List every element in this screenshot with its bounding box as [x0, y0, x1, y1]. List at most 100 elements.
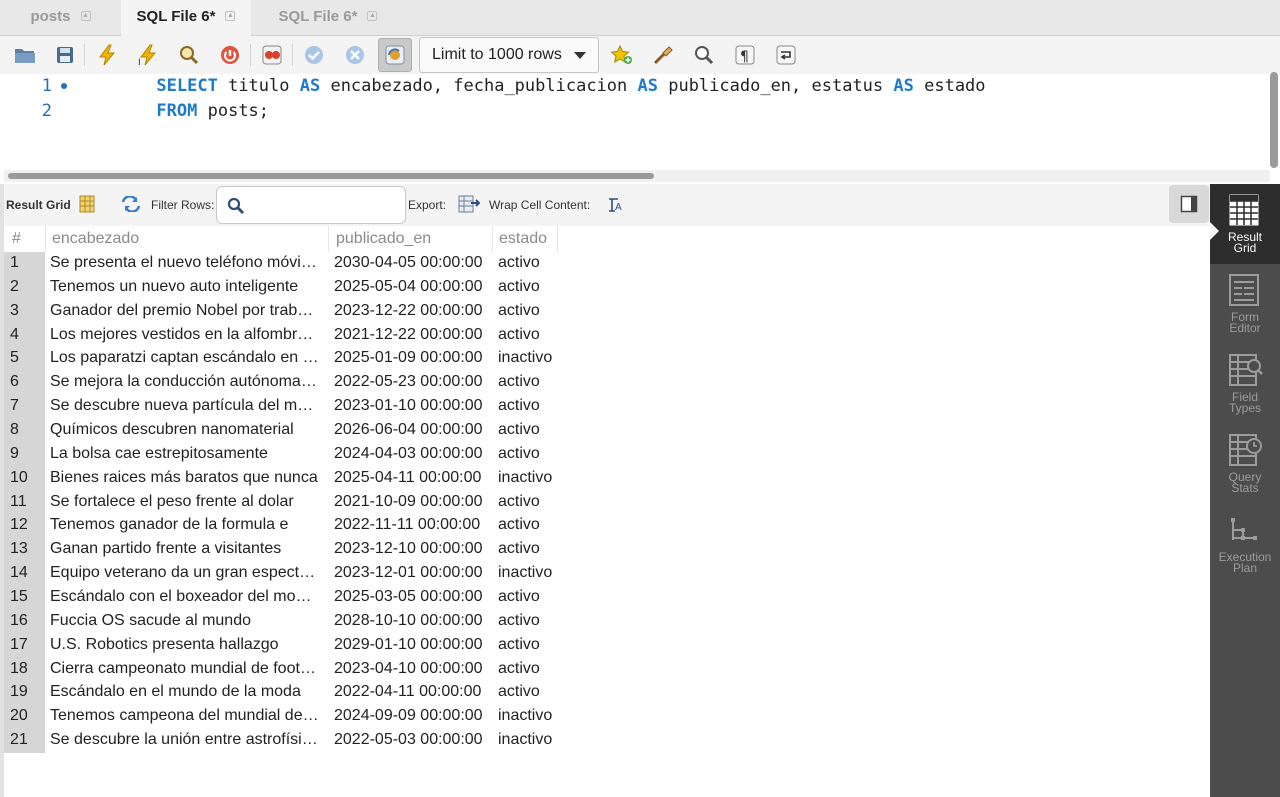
- cell-encabezado[interactable]: Escándalo en el mundo de la moda: [50, 683, 326, 701]
- side-tab-result-grid[interactable]: Result Grid: [1210, 184, 1280, 264]
- cell-estado[interactable]: activo: [498, 588, 568, 606]
- side-tab-form-editor[interactable]: Form Editor: [1210, 264, 1280, 344]
- cell-estado[interactable]: activo: [498, 540, 568, 558]
- side-tab-execution-plan[interactable]: Execution Plan: [1210, 504, 1280, 584]
- cell-encabezado[interactable]: La bolsa cae estrepitosamente: [50, 445, 326, 463]
- tab-sql-file-6-active[interactable]: SQL File 6* ▲: [121, 0, 251, 36]
- close-icon[interactable]: ▲: [225, 11, 236, 21]
- cell-encabezado[interactable]: Los paparatzi captan escándalo en …: [50, 349, 326, 367]
- cell-row-number: 2: [10, 277, 19, 295]
- cell-publicado-en[interactable]: 2022-05-03 00:00:00: [334, 731, 494, 749]
- cell-estado[interactable]: activo: [498, 421, 568, 439]
- cell-publicado-en[interactable]: 2022-11-11 00:00:00: [334, 516, 494, 534]
- execution-plan-icon: [1231, 518, 1257, 540]
- grid-layout-icon[interactable]: [79, 195, 95, 216]
- cell-encabezado[interactable]: Bienes raices más baratos que nunca: [50, 469, 326, 487]
- cell-estado[interactable]: inactivo: [498, 349, 568, 367]
- tab-sql-file-6[interactable]: SQL File 6* ▲: [263, 0, 393, 36]
- cell-encabezado[interactable]: Se presenta el nuevo teléfono móvi…: [50, 254, 326, 272]
- cell-encabezado[interactable]: Cierra campeonato mundial de foot…: [50, 660, 326, 678]
- cell-estado[interactable]: activo: [498, 302, 568, 320]
- cell-publicado-en[interactable]: 2023-01-10 00:00:00: [334, 397, 494, 415]
- cell-encabezado[interactable]: Se mejora la conducción autónoma…: [50, 373, 326, 391]
- cell-encabezado[interactable]: U.S. Robotics presenta hallazgo: [50, 636, 326, 654]
- editor-vertical-scrollbar[interactable]: [1270, 72, 1278, 168]
- cell-publicado-en[interactable]: 2024-09-09 00:00:00: [334, 707, 494, 725]
- refresh-icon[interactable]: [121, 195, 141, 215]
- cell-encabezado[interactable]: Se fortalece el peso frente al dolar: [50, 493, 326, 511]
- cell-estado[interactable]: activo: [498, 445, 568, 463]
- cell-encabezado[interactable]: Ganador del premio Nobel por trab…: [50, 302, 326, 320]
- cell-publicado-en[interactable]: 2023-04-10 00:00:00: [334, 660, 494, 678]
- editor-horizontal-scrollbar[interactable]: [8, 173, 654, 179]
- cell-encabezado[interactable]: Fuccia OS sacude al mundo: [50, 612, 326, 630]
- filter-rows-input[interactable]: [216, 186, 406, 224]
- close-icon[interactable]: ▲: [367, 11, 378, 21]
- open-folder-icon[interactable]: [12, 42, 38, 68]
- cell-row-number: 13: [10, 540, 28, 558]
- tab-posts[interactable]: posts ▲: [0, 0, 121, 36]
- sql-editor[interactable]: 1 SELECT titulo AS encabezado, fecha_pub…: [0, 74, 1280, 184]
- cell-publicado-en[interactable]: 2022-05-23 00:00:00: [334, 373, 494, 391]
- wrap-cell-content-label: Wrap Cell Content:: [489, 198, 591, 212]
- cell-publicado-en[interactable]: 2026-06-04 00:00:00: [334, 421, 494, 439]
- cell-estado[interactable]: activo: [498, 660, 568, 678]
- cell-estado[interactable]: activo: [498, 683, 568, 701]
- export-icon[interactable]: [458, 194, 481, 217]
- side-tab-field-types[interactable]: Field Types: [1210, 344, 1280, 424]
- cell-estado[interactable]: activo: [498, 636, 568, 654]
- cell-row-number: 19: [10, 683, 28, 701]
- cell-estado[interactable]: activo: [498, 516, 568, 534]
- cell-estado[interactable]: activo: [498, 278, 568, 296]
- cell-encabezado[interactable]: Ganan partido frente a visitantes: [50, 540, 326, 558]
- cell-estado[interactable]: activo: [498, 493, 568, 511]
- cell-encabezado[interactable]: Equipo veterano da un gran espect…: [50, 564, 326, 582]
- column-header-rownum[interactable]: #: [12, 226, 46, 252]
- cell-publicado-en[interactable]: 2025-03-05 00:00:00: [334, 588, 494, 606]
- cell-estado[interactable]: activo: [498, 397, 568, 415]
- cell-encabezado[interactable]: Químicos descubren nanomaterial: [50, 421, 326, 439]
- cell-encabezado[interactable]: Tenemos ganador de la formula e: [50, 516, 326, 534]
- cell-encabezado[interactable]: Se descubre la unión entre astrofísi…: [50, 731, 326, 749]
- cell-publicado-en[interactable]: 2028-10-10 00:00:00: [334, 612, 494, 630]
- cell-encabezado[interactable]: Tenemos campeona del mundial de…: [50, 707, 326, 725]
- wrap-cell-content-icon[interactable]: A: [607, 197, 623, 216]
- close-icon[interactable]: ▲: [80, 11, 91, 21]
- cell-publicado-en[interactable]: 2029-01-10 00:00:00: [334, 636, 494, 654]
- cell-estado[interactable]: activo: [498, 373, 568, 391]
- cell-publicado-en[interactable]: 2023-12-22 00:00:00: [334, 302, 494, 320]
- column-header-publicado-en[interactable]: publicado_en: [336, 226, 494, 252]
- toggle-side-panel-button[interactable]: [1169, 185, 1209, 223]
- cell-row-number: 15: [10, 588, 28, 606]
- column-header-estado[interactable]: estado: [499, 226, 559, 252]
- cell-publicado-en[interactable]: 2025-01-09 00:00:00: [334, 349, 494, 367]
- cell-publicado-en[interactable]: 2023-12-10 00:00:00: [334, 540, 494, 558]
- cell-publicado-en[interactable]: 2023-12-01 00:00:00: [334, 564, 494, 582]
- cell-publicado-en[interactable]: 2022-04-11 00:00:00: [334, 683, 494, 701]
- cell-estado[interactable]: inactivo: [498, 707, 568, 725]
- cell-publicado-en[interactable]: 2021-10-09 00:00:00: [334, 493, 494, 511]
- cell-estado[interactable]: activo: [498, 326, 568, 344]
- cell-estado[interactable]: activo: [498, 612, 568, 630]
- result-grid[interactable]: # encabezado publicado_en estado 1 Se pre…: [4, 226, 1210, 797]
- cell-publicado-en[interactable]: 2025-04-11 00:00:00: [334, 469, 494, 487]
- save-icon[interactable]: [52, 42, 78, 68]
- cell-estado[interactable]: activo: [498, 254, 568, 272]
- cell-publicado-en[interactable]: 2024-04-03 00:00:00: [334, 445, 494, 463]
- cell-estado[interactable]: inactivo: [498, 731, 568, 749]
- cell-encabezado[interactable]: Escándalo con el boxeador del mo…: [50, 588, 326, 606]
- cell-publicado-en[interactable]: 2021-12-22 00:00:00: [334, 326, 494, 344]
- result-grid-label: Result Grid: [6, 198, 71, 212]
- cell-estado[interactable]: inactivo: [498, 564, 568, 582]
- cell-publicado-en[interactable]: 2030-04-05 00:00:00: [334, 254, 494, 272]
- cell-encabezado[interactable]: Tenemos un nuevo auto inteligente: [50, 278, 326, 296]
- cell-encabezado[interactable]: Los mejores vestidos en la alfombr…: [50, 326, 326, 344]
- cell-publicado-en[interactable]: 2025-05-04 00:00:00: [334, 278, 494, 296]
- cell-row-number: 7: [10, 397, 19, 415]
- cell-row-number: 3: [10, 301, 19, 319]
- cell-estado[interactable]: inactivo: [498, 469, 568, 487]
- column-header-encabezado[interactable]: encabezado: [52, 226, 328, 252]
- side-tab-query-stats[interactable]: Query Stats: [1210, 424, 1280, 504]
- form-editor-icon: [1229, 274, 1259, 306]
- cell-encabezado[interactable]: Se descubre nueva partícula del m…: [50, 397, 326, 415]
